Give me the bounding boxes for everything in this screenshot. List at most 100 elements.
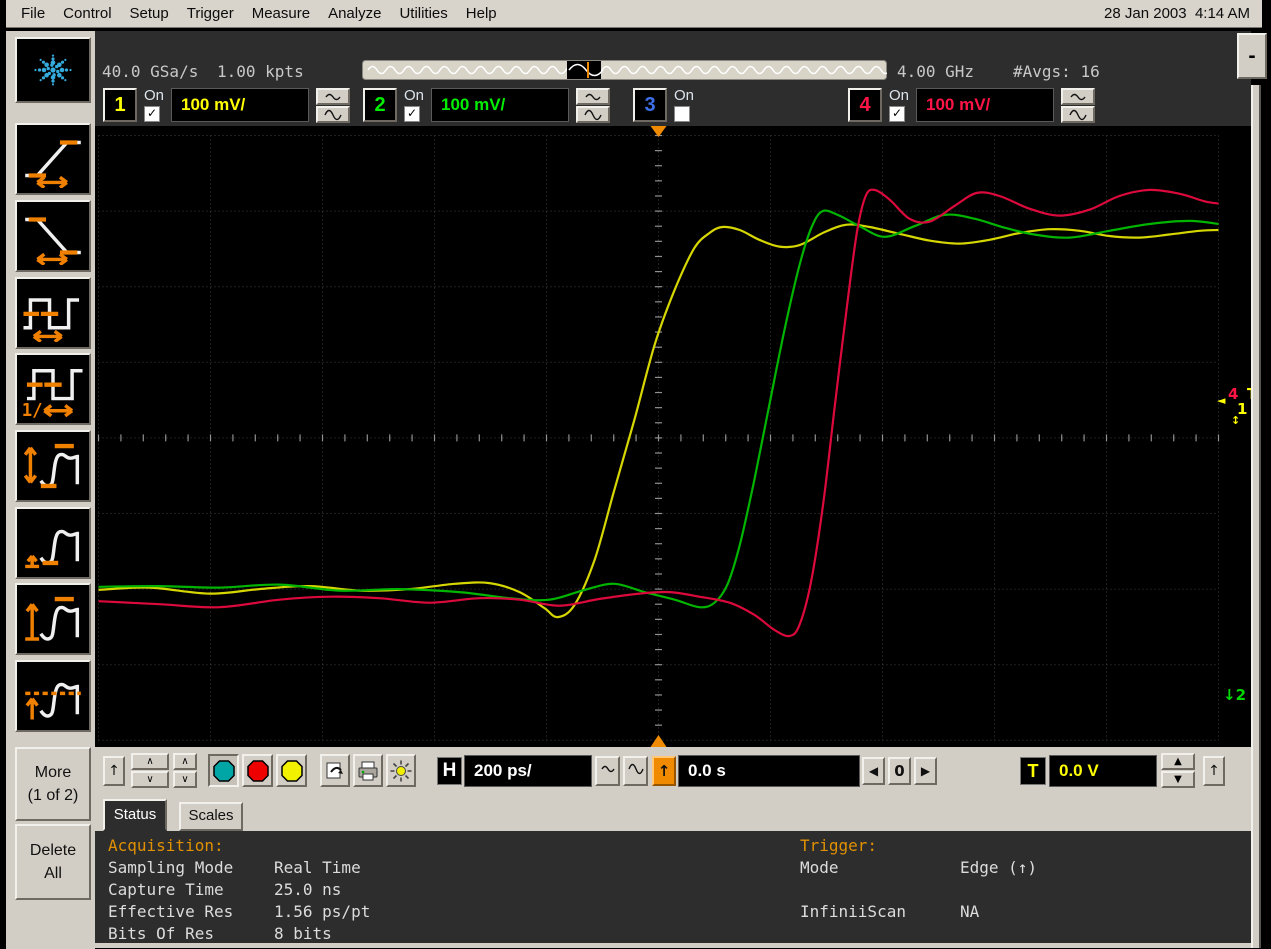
menu-trigger[interactable]: Trigger	[178, 2, 243, 25]
channel-2-on-checkbox[interactable]: ✓	[404, 106, 420, 122]
status-row: Capture Time 25.0 ns	[108, 879, 370, 901]
menu-utilities[interactable]: Utilities	[390, 2, 456, 25]
menu-file[interactable]: File	[12, 2, 54, 25]
status-row-value: Real Time	[274, 858, 361, 877]
menu-control[interactable]: Control	[54, 2, 120, 25]
channel-4-on-label: On	[889, 87, 910, 104]
measure-rise-time-button[interactable]	[15, 123, 91, 195]
status-section-title: Acquisition:	[108, 836, 224, 855]
run-control-bar: ↑ ∧ ∨ ∧ ∨ H 200 ps/ ↑ 0.0 s ◀ 0 ▶ T 0.0 …	[95, 747, 1251, 797]
trigger-slope-indicator-button[interactable]: ↑	[1203, 756, 1225, 786]
memory-bar[interactable]	[362, 60, 891, 80]
menu-items: File Control Setup Trigger Measure Analyze Uti…	[12, 2, 506, 25]
print-button[interactable]	[353, 754, 383, 787]
screen-copy-button[interactable]	[320, 754, 350, 787]
trigger-level-up-button[interactable]: ▲	[1161, 753, 1195, 770]
delete-all-measurements-button[interactable]: Delete All	[15, 824, 91, 900]
menu-setup[interactable]: Setup	[121, 2, 178, 25]
status-row-value: 25.0 ns	[274, 880, 342, 899]
delete-label-line2: All	[44, 865, 62, 882]
trigger-level-spinner: ▲ ▼	[1161, 753, 1195, 788]
channel-4-scale-field[interactable]: 100 mV/	[916, 88, 1055, 122]
measure-frequency-button[interactable]: 1/	[15, 353, 91, 425]
channel-4-button[interactable]: 4	[848, 88, 882, 122]
channel-2-scale-fine-button[interactable]	[576, 88, 611, 105]
trigger-icon[interactable]: T	[1020, 757, 1046, 785]
channel-1-scale-fine-button[interactable]	[316, 88, 351, 105]
measure-pulse-width-positive-button[interactable]	[15, 277, 91, 349]
horizontal-coarse-sine-button[interactable]	[623, 756, 648, 786]
acquisition-status-bar: 40.0 GSa/s 1.00 kpts 4.00 GHz #Avgs: 16	[95, 31, 1251, 85]
channel-1-on-checkbox[interactable]: ✓	[144, 106, 160, 122]
channel-2-ground-marker[interactable]: ↓2	[1223, 688, 1246, 703]
channel-1-ground-arrow[interactable]: ◄	[1217, 394, 1225, 408]
channel-3-on-checkbox[interactable]	[674, 106, 690, 122]
sample-rate-readout: 40.0 GSa/s	[102, 62, 199, 81]
channel-2-scale-field[interactable]: 100 mV/	[431, 88, 570, 122]
channel-2-group: 2 On ✓ 100 mV/	[363, 88, 611, 123]
delay-zero-button[interactable]: 0	[888, 757, 911, 785]
trigger-level-down-button[interactable]: ▼	[1161, 771, 1195, 788]
display-brightness-button[interactable]	[386, 754, 416, 787]
channel-1-scale-coarse-button[interactable]	[316, 106, 351, 123]
trigger-slope-button[interactable]: ↑	[652, 756, 676, 786]
horizontal-position-field[interactable]: 0.0 s	[678, 755, 860, 787]
delay-right-button[interactable]: ▶	[914, 757, 937, 785]
fine-adjust-spinner: ∧ ∨	[173, 753, 197, 788]
channel-2-button[interactable]: 2	[363, 88, 397, 122]
menu-analyze[interactable]: Analyze	[319, 2, 390, 25]
measure-minimum-button[interactable]	[15, 507, 91, 579]
channel-4-scale-coarse-button[interactable]	[1061, 106, 1096, 123]
agilent-logo-button[interactable]	[15, 37, 91, 103]
channel-1-on-label: On	[144, 87, 165, 104]
channel-1-trace	[98, 223, 1219, 619]
channel-4-scale-fine-button[interactable]	[1061, 88, 1096, 105]
channel-4-ground-label[interactable]: 4	[1228, 387, 1238, 402]
tab-status[interactable]: Status	[103, 799, 167, 831]
measure-average-button[interactable]	[15, 660, 91, 732]
measure-maximum-button[interactable]	[15, 583, 91, 655]
tab-scales[interactable]: Scales	[179, 802, 243, 831]
horizontal-icon[interactable]: H	[437, 757, 462, 785]
trigger-level-arrows[interactable]: ↕	[1231, 414, 1240, 428]
channel-2-scale-coarse-button[interactable]	[576, 106, 611, 123]
touch-up-arrow-button[interactable]: ↑	[103, 756, 125, 786]
more-measurements-button[interactable]: More (1 of 2)	[15, 747, 91, 821]
coarse-adjust-up-button[interactable]: ∧	[131, 753, 169, 770]
fine-adjust-down-button[interactable]: ∨	[173, 771, 197, 788]
trigger-level-field[interactable]: 0.0 V	[1049, 755, 1157, 787]
svg-text:1/: 1/	[22, 401, 43, 418]
status-row: Effective Res 1.56 ps/pt	[108, 901, 370, 923]
horizontal-fine-sine-button[interactable]	[595, 756, 620, 786]
horizontal-scale-field[interactable]: 200 ps/	[464, 755, 592, 787]
status-row-label: Bits Of Res	[108, 924, 214, 943]
oscilloscope-app: File Control Setup Trigger Measure Analyze Uti…	[0, 0, 1271, 949]
coarse-adjust-down-button[interactable]: ∨	[131, 771, 169, 788]
menu-bar: File Control Setup Trigger Measure Analyze Uti…	[6, 0, 1262, 28]
channel-1-scale-field[interactable]: 100 mV/	[171, 88, 310, 122]
status-row-label: Effective Res	[108, 902, 234, 921]
channel-1-button[interactable]: 1	[103, 88, 137, 122]
run-button[interactable]	[208, 754, 239, 787]
status-row: InfiniiScan NA	[800, 901, 1037, 923]
stop-button[interactable]	[242, 754, 273, 787]
menu-measure[interactable]: Measure	[243, 2, 319, 25]
channel-3-on-label: On	[674, 87, 695, 104]
channel-2-scale-spinner	[576, 88, 611, 123]
status-row-value: 1.56 ps/pt	[274, 902, 371, 921]
trigger-time-marker-bottom[interactable]	[650, 735, 667, 747]
channel-3-button[interactable]: 3	[633, 88, 667, 122]
single-button[interactable]	[276, 754, 307, 787]
memory-depth-readout: 1.00 kpts	[217, 62, 304, 81]
trigger-time-marker-top[interactable]	[650, 126, 667, 137]
channel-4-on-checkbox[interactable]: ✓	[889, 106, 905, 122]
channel-controls-strip: 1 On ✓ 100 mV/2 On ✓ 100 mV/3 On 4 On ✓ 100 mV/	[95, 85, 1251, 126]
measure-amplitude-button[interactable]	[15, 430, 91, 502]
measure-fall-time-button[interactable]	[15, 200, 91, 272]
menu-help[interactable]: Help	[457, 2, 506, 25]
more-label-line2: (1 of 2)	[27, 787, 79, 804]
minimize-button[interactable]: -	[1237, 33, 1267, 79]
fine-adjust-up-button[interactable]: ∧	[173, 753, 197, 770]
channel-1-scale-spinner	[316, 88, 351, 123]
delay-left-button[interactable]: ◀	[862, 757, 885, 785]
